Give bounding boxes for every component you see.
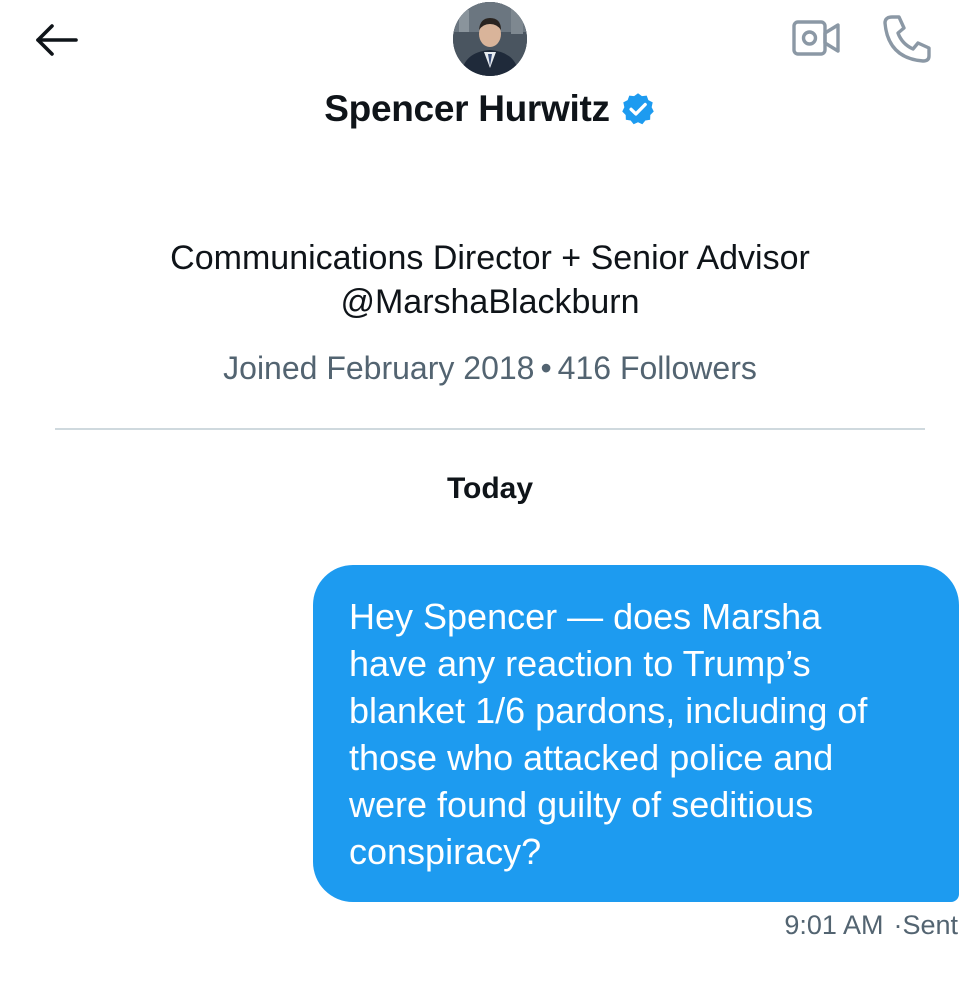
message-bubble[interactable]: Hey Spencer — does Marsha have any react… — [313, 565, 959, 902]
avatar[interactable] — [453, 2, 527, 76]
followers-count[interactable]: 416 Followers — [558, 350, 757, 386]
message-text: Hey Spencer — does Marsha have any react… — [349, 596, 868, 872]
joined-date: Joined February 2018 — [223, 350, 535, 386]
profile-meta: Joined February 2018 • 416 Followers — [0, 350, 980, 387]
voice-call-button[interactable] — [880, 12, 934, 64]
divider — [55, 428, 925, 430]
meta-separator: • — [540, 350, 552, 386]
bio-mention-link[interactable]: @MarshaBlackburn — [0, 280, 980, 324]
date-separator: Today — [446, 472, 534, 505]
profile-photo — [453, 2, 527, 76]
video-camera-icon — [792, 20, 840, 56]
profile-bio: Communications Director + Senior Advisor… — [0, 236, 980, 324]
video-call-button[interactable] — [790, 14, 842, 62]
profile-name: Spencer Hurwitz — [324, 88, 610, 129]
message-status: 9:01 AM ·Sent — [784, 910, 958, 941]
phone-icon — [883, 15, 931, 63]
verified-badge-icon — [621, 93, 654, 125]
arrow-left-icon — [36, 24, 78, 56]
message-time: 9:01 AM — [784, 910, 884, 940]
profile-header: Spencer Hurwitz — [0, 88, 980, 130]
bio-line: Communications Director + Senior Advisor — [170, 239, 810, 277]
message-sent-status: ·Sent — [893, 910, 958, 940]
back-button[interactable] — [32, 18, 80, 62]
